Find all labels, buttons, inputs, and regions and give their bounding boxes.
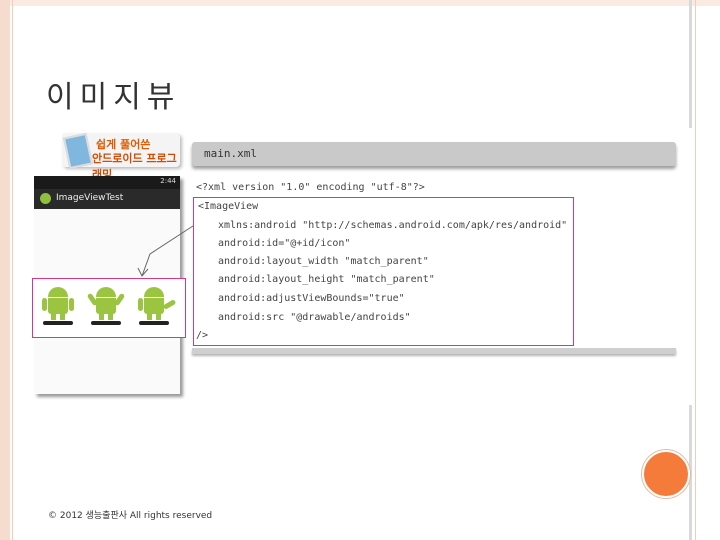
code-line-imageview-open: <ImageView: [198, 201, 259, 212]
code-bottom-bar: [192, 348, 676, 354]
code-line-id: android:id="@+id/icon": [218, 238, 351, 249]
copyright-footer: © 2012 생능출판사 All rights reserved: [48, 511, 213, 521]
code-line-src: android:src "@drawable/androids": [218, 312, 411, 323]
code-line-adjust-view-bounds: android:adjustViewBounds="true": [218, 293, 405, 304]
code-line-layout-width: android:layout_width "match_parent": [218, 256, 429, 267]
code-line-close: />: [196, 330, 209, 341]
code-line-xml-declaration: <?xml version "1.0" encoding "utf-8"?>: [196, 182, 425, 193]
code-line-layout-height: android:layout_height "match_parent": [218, 274, 435, 285]
code-line-xmlns: xmlns:android "http://schemas.android.co…: [218, 220, 568, 231]
